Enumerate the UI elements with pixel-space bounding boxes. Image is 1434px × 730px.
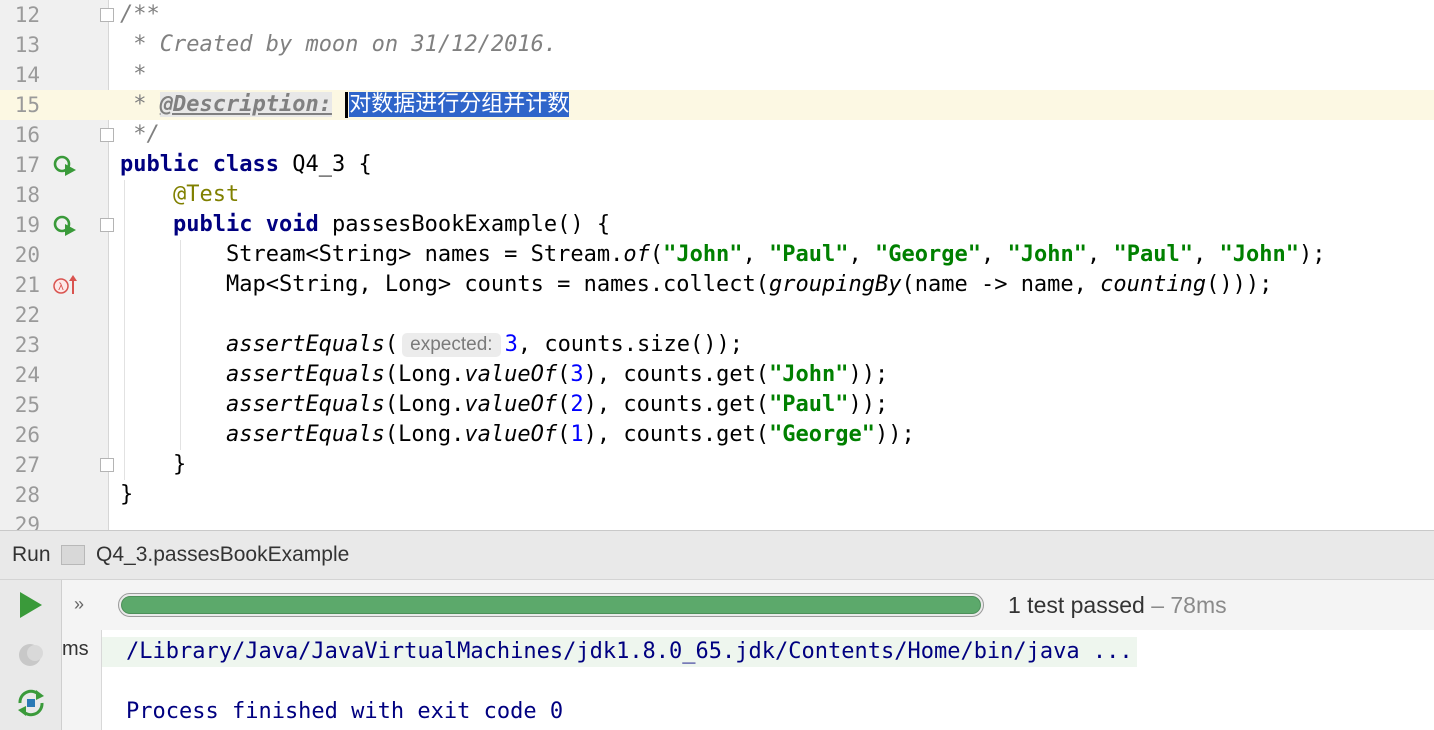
parameter-hint: expected: (402, 333, 501, 357)
line-code: Stream<String> names = Stream.of("John",… (225, 242, 1326, 267)
code-line[interactable]: 23 assertEquals(expected: 3, counts.size(… (0, 330, 1434, 360)
test-annotation: @Test (172, 182, 240, 207)
line-number: 28 (14, 483, 40, 507)
console-output[interactable]: /Library/Java/JavaVirtualMachines/jdk1.8… (102, 630, 1434, 730)
code-line[interactable]: 27 } (0, 450, 1434, 480)
code-line[interactable]: 18 @Test (0, 180, 1434, 210)
rerun-icon[interactable] (14, 686, 48, 720)
run-tool-window-header: Run Q4_3.passesBookExample (0, 530, 1434, 580)
line-code: assertEquals(Long.valueOf(3), counts.get… (225, 362, 889, 387)
code-line[interactable]: 28 } (0, 480, 1434, 510)
line-number: 19 (14, 213, 40, 237)
line-code: } (172, 452, 187, 477)
run-tab-label[interactable]: Run (12, 531, 51, 579)
doc-close: */ (120, 122, 160, 147)
code-line[interactable]: 26 assertEquals(Long.valueOf(1), counts.… (0, 420, 1434, 450)
line-code: public class Q4_3 { (120, 152, 372, 177)
line-number: 20 (14, 243, 40, 267)
test-status: 1 test passed – 78ms (1008, 580, 1227, 630)
line-number: 24 (14, 363, 40, 387)
fold-icon[interactable] (100, 8, 114, 22)
line-code: } (120, 482, 134, 507)
code-line[interactable]: 19 public void passesBookExample() { (0, 210, 1434, 240)
line-number: 13 (14, 33, 40, 57)
fold-icon[interactable] (100, 128, 114, 142)
test-duration: – 78ms (1144, 592, 1227, 618)
test-tree-panel[interactable]: ms (62, 630, 102, 730)
code-line[interactable]: 14 * (0, 60, 1434, 90)
line-code: * Created by moon on 31/12/2016. (120, 30, 557, 60)
line-code: assertEquals(Long.valueOf(1), counts.get… (225, 422, 915, 447)
line-number: 23 (14, 333, 40, 357)
code-line[interactable]: 22 (0, 300, 1434, 330)
fold-icon[interactable] (100, 458, 114, 472)
line-number: 27 (14, 453, 40, 477)
code-line[interactable]: 17 public class Q4_3 { (0, 150, 1434, 180)
run-test-icon[interactable] (52, 214, 78, 236)
line-number: 22 (14, 303, 40, 327)
fold-icon[interactable] (100, 218, 114, 232)
code-line[interactable]: 20 Stream<String> names = Stream.of("Joh… (0, 240, 1434, 270)
test-progress-bar (118, 593, 984, 617)
expand-chevron-icon[interactable]: » (74, 580, 84, 628)
run-side-toolbar (0, 580, 62, 730)
code-line[interactable]: 29 (0, 510, 1434, 530)
line-code: Map<String, Long> counts = names.collect… (225, 272, 1273, 297)
line-code: public void passesBookExample() { (172, 212, 611, 237)
line-code: */ (120, 120, 160, 150)
code-line-current[interactable]: 15 * @Description: 对数据进行分组并计数 (0, 90, 1434, 120)
line-code: assertEquals(expected: 3, counts.size()); (225, 332, 743, 357)
console-command-line[interactable]: /Library/Java/JavaVirtualMachines/jdk1.8… (102, 637, 1137, 667)
run-test-icon[interactable] (52, 154, 78, 176)
code-line[interactable]: 13 * Created by moon on 31/12/2016. (0, 30, 1434, 60)
code-line[interactable]: 25 assertEquals(Long.valueOf(2), counts.… (0, 390, 1434, 420)
selected-text[interactable]: 对数据进行分组并计数 (349, 92, 570, 117)
stop-icon[interactable] (14, 640, 48, 670)
line-code: * (120, 60, 147, 90)
test-result-text: 1 test passed (1008, 592, 1145, 618)
run-panel: » 1 test passed – 78ms ms /Library/Java/… (0, 580, 1434, 730)
line-number: 29 (14, 513, 40, 530)
doc-open: /** (120, 2, 160, 27)
line-code: /** (120, 0, 160, 30)
play-icon[interactable] (16, 590, 44, 620)
doc-star: * (120, 62, 147, 87)
line-number: 21 (14, 273, 40, 297)
line-number: 25 (14, 393, 40, 417)
text-caret (345, 92, 349, 118)
line-code: assertEquals(Long.valueOf(2), counts.get… (225, 392, 889, 417)
line-code: * @Description: 对数据进行分组并计数 (120, 90, 570, 120)
doc-star: * (120, 92, 160, 117)
line-number: 15 (14, 93, 40, 117)
lambda-breakpoint-icon[interactable]: λ (52, 274, 78, 296)
line-code: @Test (120, 180, 239, 210)
code-line[interactable]: 24 assertEquals(Long.valueOf(3), counts.… (0, 360, 1434, 390)
doc-created-by: Created by moon on 31/12/2016. (159, 32, 558, 57)
code-line[interactable]: 12 /** (0, 0, 1434, 30)
test-tree-item[interactable]: ms (62, 638, 89, 661)
line-number: 12 (14, 3, 40, 27)
code-editor[interactable]: 12 /** 13 * Created by moon on 31/12/201… (0, 0, 1434, 530)
test-config-icon (61, 545, 85, 565)
test-progress-fill (121, 596, 981, 614)
description-tag: @Description: (159, 92, 332, 117)
doc-star: * (120, 32, 160, 57)
line-number: 17 (14, 153, 40, 177)
svg-text:λ: λ (58, 282, 64, 293)
line-number: 18 (14, 183, 40, 207)
run-configuration-tab[interactable]: Q4_3.passesBookExample (96, 531, 349, 579)
line-number: 14 (14, 63, 40, 87)
console-exit-line: Process finished with exit code 0 (126, 699, 564, 724)
line-number: 16 (14, 123, 40, 147)
code-line[interactable]: 21 Map<String, Long> counts = names.coll… (0, 270, 1434, 300)
code-line[interactable]: 16 */ (0, 120, 1434, 150)
line-number: 26 (14, 423, 40, 447)
